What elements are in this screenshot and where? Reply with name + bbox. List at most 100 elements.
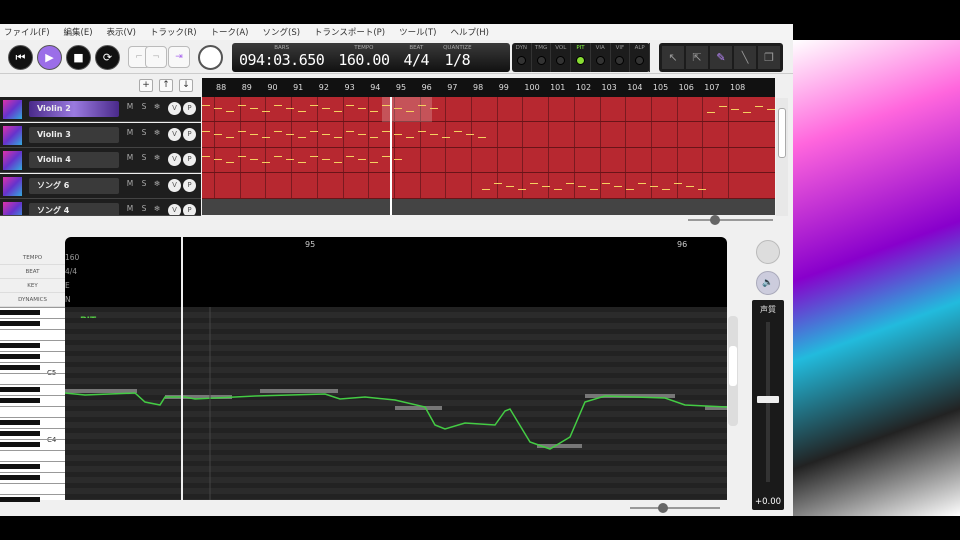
mini-note xyxy=(226,111,234,112)
p-button[interactable]: P xyxy=(183,153,196,166)
track-lane[interactable] xyxy=(202,148,775,173)
select-tool-icon[interactable]: ⇱ xyxy=(686,46,708,69)
track-name[interactable]: ソング 6 xyxy=(29,177,119,194)
menu-item[interactable]: トラック(R) xyxy=(150,26,197,38)
note[interactable] xyxy=(260,389,338,393)
m-button[interactable]: M xyxy=(124,128,136,137)
menu-item[interactable]: 編集(E) xyxy=(64,26,93,38)
track-zoom-slider[interactable] xyxy=(688,215,773,225)
track-header[interactable]: ソング 6 M S ❄ V P xyxy=(0,173,201,199)
tempo-value[interactable]: 160.00 xyxy=(338,51,390,69)
beat-value[interactable]: 4/4 xyxy=(404,51,430,69)
pencil-tool-icon[interactable]: ✎ xyxy=(710,46,732,69)
track-name[interactable]: ソング 4 xyxy=(29,203,119,215)
p-button[interactable]: P xyxy=(183,178,196,192)
menu-item[interactable]: ヘルプ(H) xyxy=(450,26,489,38)
s-button[interactable]: S xyxy=(138,128,150,137)
v-button[interactable]: V xyxy=(168,178,181,192)
v-button[interactable]: V xyxy=(168,127,181,141)
dynamics-value[interactable]: N xyxy=(65,295,71,304)
track-header[interactable]: Violin 2 M S ❄ V P xyxy=(0,97,201,122)
piano-keyboard[interactable]: C5 C4 xyxy=(0,307,65,502)
rewind-button[interactable]: ⏮ xyxy=(8,45,33,70)
quantize-value[interactable]: 1/8 xyxy=(445,51,471,69)
bar-number: 91 xyxy=(293,83,304,92)
freeze-button[interactable]: ❄ xyxy=(151,128,163,137)
key-value[interactable]: E xyxy=(65,281,70,290)
arrow-tool-icon[interactable]: ↖ xyxy=(662,46,684,69)
track-lane[interactable] xyxy=(202,97,775,122)
param-tmg-toggle[interactable]: TMG xyxy=(532,43,552,72)
menu-item[interactable]: トランスポート(P) xyxy=(314,26,385,38)
add-track-button[interactable]: + xyxy=(139,79,153,92)
freeze-button[interactable]: ❄ xyxy=(151,204,163,213)
loop-end-button[interactable]: ¬ xyxy=(145,46,167,68)
play-button[interactable]: ▶ xyxy=(37,45,62,70)
s-button[interactable]: S xyxy=(138,102,150,111)
track-name[interactable]: Violin 4 xyxy=(29,152,119,168)
m-button[interactable]: M xyxy=(124,179,136,188)
speaker-icon[interactable]: 🔈 xyxy=(756,271,780,295)
track-lane[interactable] xyxy=(202,199,775,215)
editor-zoom-slider[interactable] xyxy=(630,503,720,513)
p-button[interactable]: P xyxy=(183,204,196,215)
track-name[interactable]: Violin 2 xyxy=(29,101,119,117)
track-header[interactable]: Violin 4 M S ❄ V P xyxy=(0,148,201,173)
bar-number: 95 xyxy=(395,83,407,92)
track-header[interactable]: ソング 4 M S ❄ V P xyxy=(0,199,201,216)
param-dyn-toggle[interactable]: DYN xyxy=(512,43,532,72)
menu-item[interactable]: ツール(T) xyxy=(399,26,436,38)
m-button[interactable]: M xyxy=(124,102,136,111)
timeline-ruler[interactable]: 88 89 90 91 92 93 94 95 96 97 98 99 100 101 102 103 104 1… xyxy=(202,78,775,97)
param-pit-toggle[interactable]: PIT xyxy=(571,43,591,72)
loop-button[interactable]: ⟳ xyxy=(95,45,120,70)
piano-roll[interactable]: PIT xyxy=(65,307,727,500)
v-button[interactable]: V xyxy=(168,153,181,166)
param-vif-toggle[interactable]: VIF xyxy=(611,43,631,72)
param-via-toggle[interactable]: VIA xyxy=(591,43,611,72)
playhead xyxy=(390,97,392,215)
p-button[interactable]: P xyxy=(183,127,196,141)
note[interactable] xyxy=(395,406,442,410)
track-header[interactable]: Violin 3 M S ❄ V P xyxy=(0,122,201,148)
move-track-up-button[interactable]: ↑ xyxy=(159,79,173,92)
window-tool-icon[interactable]: ❐ xyxy=(758,46,780,69)
menu-item[interactable]: トーク(A) xyxy=(211,26,249,38)
freeze-button[interactable]: ❄ xyxy=(151,179,163,188)
stop-button[interactable]: ■ xyxy=(66,45,91,70)
key-row xyxy=(65,329,727,334)
beat-value[interactable]: 4/4 xyxy=(65,267,77,276)
freeze-button[interactable]: ❄ xyxy=(151,153,163,162)
note[interactable] xyxy=(65,389,137,393)
fader-handle[interactable] xyxy=(757,396,779,403)
s-button[interactable]: S xyxy=(138,179,150,188)
menu-item[interactable]: ファイル(F) xyxy=(4,26,50,38)
track-lanes[interactable] xyxy=(202,97,775,215)
menu-item[interactable]: ソング(S) xyxy=(263,26,301,38)
tempo-value[interactable]: 160 xyxy=(65,253,79,262)
s-button[interactable]: S xyxy=(138,153,150,162)
freeze-button[interactable]: ❄ xyxy=(151,102,163,111)
metronome-dial[interactable] xyxy=(198,45,223,70)
track-name[interactable]: Violin 3 xyxy=(29,126,119,143)
auto-scroll-button[interactable]: ⇥ xyxy=(168,46,190,68)
track-scrollbar[interactable] xyxy=(776,98,788,216)
m-button[interactable]: M xyxy=(124,204,136,213)
mini-note xyxy=(466,133,474,135)
voice-fader[interactable]: 声質 +0.00 xyxy=(752,300,784,510)
param-vol-toggle[interactable]: VOL xyxy=(551,43,572,72)
m-button[interactable]: M xyxy=(124,153,136,162)
mini-note xyxy=(286,133,294,135)
param-alp-toggle[interactable]: ALP xyxy=(630,43,651,72)
s-button[interactable]: S xyxy=(138,204,150,213)
param-indicator xyxy=(635,56,645,65)
menu-item[interactable]: 表示(V) xyxy=(107,26,136,38)
v-button[interactable]: V xyxy=(168,204,181,215)
v-button[interactable]: V xyxy=(168,102,181,115)
p-button[interactable]: P xyxy=(183,102,196,115)
solo-button[interactable] xyxy=(756,240,780,264)
track-lane[interactable] xyxy=(202,123,775,148)
move-track-down-button[interactable]: ↓ xyxy=(179,79,193,92)
line-tool-icon[interactable]: ╲ xyxy=(734,46,756,69)
editor-vertical-scrollbar[interactable] xyxy=(728,316,738,426)
